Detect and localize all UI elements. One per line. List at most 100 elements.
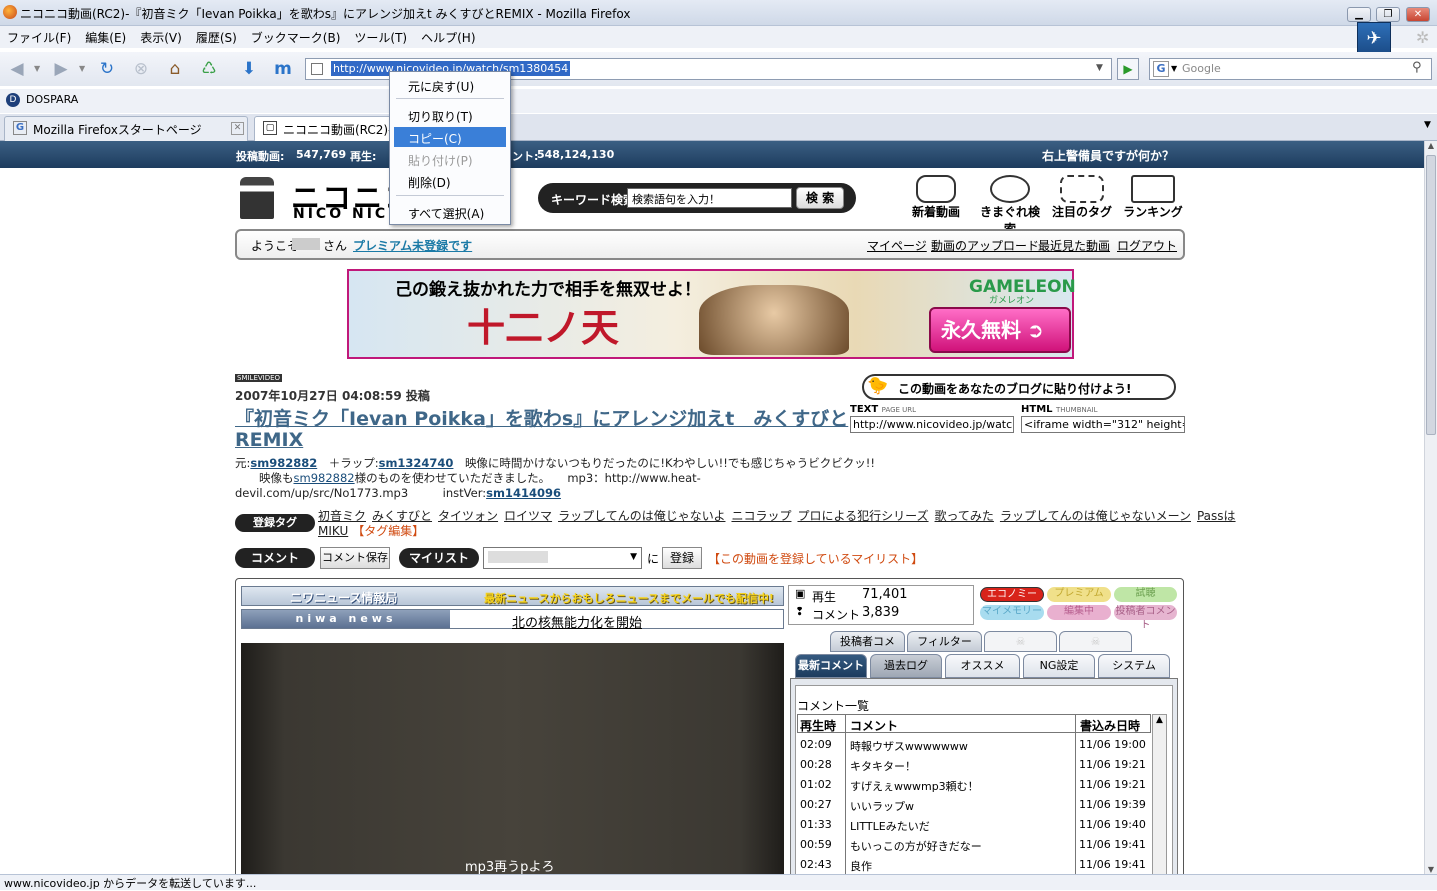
- premium-link[interactable]: プレミアム未登録です: [353, 237, 472, 254]
- tag-link[interactable]: MIKU: [318, 524, 348, 538]
- comment-toggle-button[interactable]: コメント: [235, 548, 315, 568]
- comment-row[interactable]: 00:27 いいラップw 11/06 19:39: [797, 795, 1147, 815]
- scroll-down-icon[interactable]: ▼: [1425, 865, 1437, 874]
- comment-row[interactable]: 01:33 LITTLEみたいだ 11/06 19:40: [797, 815, 1147, 835]
- tab-filter[interactable]: フィルター: [907, 631, 982, 652]
- bookmark-dospara[interactable]: DOSPARA: [26, 93, 78, 106]
- col-date[interactable]: 書込み日時: [1080, 717, 1140, 734]
- col-time[interactable]: 再生時: [800, 717, 836, 734]
- back-dropdown-icon[interactable]: ▼: [34, 64, 40, 73]
- desc-video-link[interactable]: sm982882: [294, 471, 355, 485]
- keyword-search-button[interactable]: 検 索: [796, 187, 844, 209]
- ranking-link[interactable]: ランキング: [1120, 175, 1186, 223]
- menu-undo[interactable]: 元に戻す(U): [394, 75, 506, 95]
- menu-bookmarks[interactable]: ブックマーク(B): [244, 26, 348, 49]
- forward-icon[interactable]: ▶: [48, 57, 74, 81]
- tag-link[interactable]: ラップしてんのは俺じゃないメーン: [1000, 509, 1191, 523]
- stop-icon[interactable]: ⊗: [128, 57, 154, 81]
- mylist-dropdown-icon[interactable]: ▼: [630, 552, 637, 562]
- new-videos-link[interactable]: 新着動画: [906, 175, 966, 223]
- mylist-select[interactable]: ▼: [483, 547, 642, 569]
- news-headline-link[interactable]: 北の核無能力化を開始: [512, 612, 642, 631]
- tab-recommend[interactable]: オススメ: [945, 654, 1020, 678]
- tab-uploader-comment[interactable]: 投稿者コメ: [830, 631, 905, 652]
- tab-nicovideo[interactable]: ▢ ニコニコ動画(RC2)-: [254, 116, 394, 141]
- menu-copy[interactable]: コピー(C): [394, 127, 506, 147]
- menu-help[interactable]: ヘルプ(H): [414, 26, 482, 49]
- ad-cta-button[interactable]: 永久無料 ➲: [929, 307, 1071, 353]
- logout-link[interactable]: ログアウト: [1117, 237, 1177, 254]
- orig-video-link[interactable]: sm982882: [250, 456, 317, 470]
- tab-past-log[interactable]: 過去ログ: [870, 654, 942, 678]
- menu-file[interactable]: ファイル(F): [0, 26, 78, 49]
- menu-history[interactable]: 履歴(S): [189, 26, 244, 49]
- tag-link[interactable]: 初音ミク: [318, 509, 366, 523]
- tab-ng-settings[interactable]: NG設定: [1023, 654, 1095, 678]
- sync-icon[interactable]: ♺: [196, 57, 222, 81]
- menu-delete[interactable]: 削除(D): [394, 171, 506, 191]
- tab-list-icon[interactable]: ▼: [1424, 120, 1431, 130]
- tab-locked-1[interactable]: ☠: [984, 631, 1057, 652]
- menu-cut[interactable]: 切り取り(T): [394, 105, 506, 125]
- back-icon[interactable]: ◀: [4, 57, 30, 81]
- page-url-field[interactable]: http://www.nicovideo.jp/watch/: [850, 416, 1014, 433]
- tag-link[interactable]: 歌ってみた: [935, 509, 994, 523]
- menu-select-all[interactable]: すべて選択(A): [394, 202, 506, 222]
- comment-scrollbar[interactable]: ▲: [1152, 714, 1167, 874]
- menu-tools[interactable]: ツール(T): [347, 26, 414, 49]
- comment-row[interactable]: 00:59 もいっこの方が好きだなー 11/06 19:41: [797, 835, 1147, 855]
- scroll-up-icon[interactable]: ▲: [1425, 141, 1437, 150]
- mypage-link[interactable]: マイページ: [867, 237, 927, 254]
- hot-tags-link[interactable]: 注目のタグ: [1050, 175, 1114, 223]
- home-icon[interactable]: ⌂: [162, 57, 188, 81]
- tag-link[interactable]: ニコラップ: [731, 509, 791, 523]
- tag-link[interactable]: タイツォン: [438, 509, 498, 523]
- tag-link[interactable]: Passは: [1197, 509, 1236, 523]
- menu-view[interactable]: 表示(V): [133, 26, 189, 49]
- close-button[interactable]: ✕: [1406, 7, 1430, 22]
- mylist-register-button[interactable]: 登録: [662, 547, 702, 569]
- tab-system[interactable]: システム: [1098, 654, 1170, 678]
- go-button[interactable]: ▶: [1117, 58, 1139, 80]
- scroll-thumb[interactable]: [1426, 155, 1436, 435]
- reload-icon[interactable]: ↻: [94, 57, 120, 81]
- search-icon[interactable]: ⚲: [1412, 60, 1422, 75]
- tab-latest-comments[interactable]: 最新コメント: [795, 654, 867, 678]
- tab-locked-2[interactable]: ☠: [1059, 631, 1132, 652]
- mylist-listing-link[interactable]: 【この動画を登録しているマイリスト】: [708, 550, 923, 567]
- ad-banner[interactable]: 己の鍛え抜かれた力で相手を無双せよ！ 十二ノ天 GAMELEON ガメレオン 永…: [347, 269, 1076, 359]
- video-player[interactable]: mp3再うpよろ: [241, 643, 784, 874]
- tag-link[interactable]: みくすびと: [372, 509, 432, 523]
- url-dropdown-icon[interactable]: ▼: [1096, 63, 1103, 73]
- menu-edit[interactable]: 編集(E): [78, 26, 133, 49]
- tag-link[interactable]: ラップしてんのは俺じゃないよ: [558, 509, 725, 523]
- download-icon[interactable]: ⬇: [236, 57, 262, 81]
- page-scrollbar[interactable]: ▲ ▼: [1424, 141, 1437, 874]
- thumbnail-html-field[interactable]: <iframe width="312" height="1: [1021, 416, 1185, 433]
- keyword-search-input[interactable]: 検索語句を入力！: [627, 188, 792, 208]
- tab-start-page[interactable]: G Mozilla Firefoxスタートページ ✕: [4, 116, 248, 141]
- comment-row[interactable]: 02:09 時報ウザスwwwwwww 11/06 19:00: [797, 735, 1147, 755]
- google-engine-icon[interactable]: G: [1153, 61, 1169, 77]
- rap-video-link[interactable]: sm1324740: [379, 456, 454, 470]
- forward-dropdown-icon[interactable]: ▼: [79, 64, 85, 73]
- comment-save-button[interactable]: コメント保存: [320, 547, 390, 569]
- recent-videos-link[interactable]: 最近見た動画: [1038, 237, 1110, 254]
- scroll-up-icon[interactable]: ▲: [1153, 715, 1166, 725]
- menu-paste[interactable]: 貼り付け(P): [394, 149, 506, 169]
- upload-link[interactable]: 動画のアップロード: [931, 237, 1039, 254]
- random-search-link[interactable]: きまぐれ検索: [976, 175, 1044, 236]
- col-comment[interactable]: コメント: [850, 717, 898, 734]
- engine-dropdown-icon[interactable]: ▼: [1171, 64, 1177, 73]
- comment-row[interactable]: 00:28 キタキター！ 11/06 19:21: [797, 755, 1147, 775]
- tag-link[interactable]: ロイツマ: [504, 509, 552, 523]
- instver-link[interactable]: sm1414096: [486, 486, 561, 500]
- tag-edit-link[interactable]: 【タグ編集】: [352, 524, 424, 538]
- comment-row[interactable]: 01:02 すげえぇwwwmp3頼む！ 11/06 19:21: [797, 775, 1147, 795]
- minimize-button[interactable]: ▁: [1347, 7, 1371, 22]
- tag-link[interactable]: プロによる犯行シリーズ: [797, 509, 928, 523]
- tab-close-icon[interactable]: ✕: [231, 122, 244, 135]
- comment-row[interactable]: 02:43 良作 11/06 19:41: [797, 855, 1147, 874]
- search-bar[interactable]: G ▼ Google ⚲: [1149, 58, 1432, 80]
- addon-icon[interactable]: m: [270, 57, 296, 81]
